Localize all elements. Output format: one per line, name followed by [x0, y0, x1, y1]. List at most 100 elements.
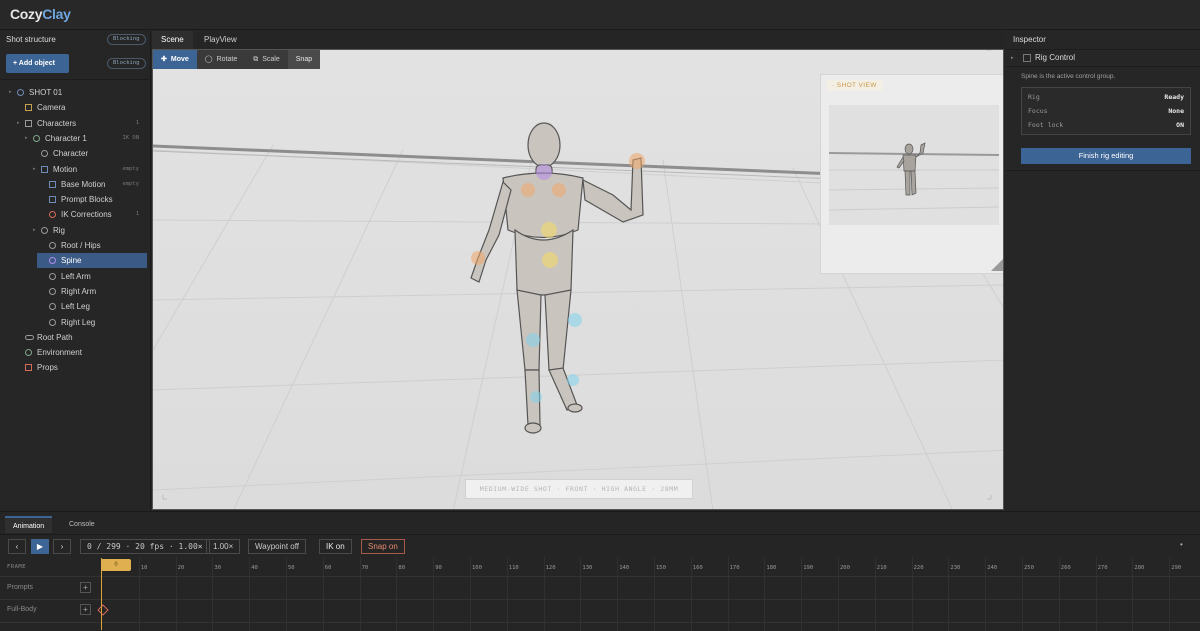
tree-item[interactable]: ▸ Character 1 IK ON — [0, 131, 151, 146]
grid-line — [654, 557, 655, 631]
rotate-tool-button[interactable]: ◯ Rotate — [197, 50, 245, 69]
grid-line — [911, 557, 913, 631]
tree-item[interactable]: Right Arm — [0, 284, 151, 299]
tree-item-label: Spine — [61, 256, 82, 266]
tree-item[interactable]: Camera — [0, 100, 151, 115]
tick-label: 270 — [1097, 565, 1108, 571]
scene-viewport[interactable]: ✚ Move ◯ Rotate ⧉ Scale Snap · SHOT VIEW ME… — [152, 49, 1004, 510]
grid-line — [580, 557, 582, 631]
playhead-handle[interactable]: 0 — [101, 559, 131, 571]
caret-icon[interactable]: ▸ — [17, 116, 20, 131]
frame-label: FRAME — [7, 564, 27, 570]
divider — [0, 622, 1200, 623]
add-track-button[interactable]: + — [80, 604, 91, 615]
tick-label: 10 — [140, 565, 148, 571]
top-bar: CozyClay — [0, 0, 1200, 30]
caret-icon[interactable]: ▸ — [33, 162, 36, 177]
divider — [0, 79, 151, 80]
tick-label: 100 — [472, 565, 482, 571]
tick-label: 180 — [766, 565, 777, 571]
rotate-icon: ◯ — [204, 56, 213, 63]
tick-label: 90 — [435, 565, 442, 571]
tree-item-label: Motion — [53, 164, 78, 174]
tick-label: 70 — [361, 565, 369, 571]
waypoint-toggle[interactable]: Waypoint off — [248, 539, 307, 554]
object-circle-icon — [41, 226, 48, 234]
tree-item[interactable]: Root Path — [0, 330, 151, 345]
tree-item[interactable]: Props — [0, 360, 151, 375]
prev-frame-button[interactable]: ‹ — [8, 539, 26, 554]
tick-label: 240 — [987, 565, 998, 571]
next-frame-button[interactable]: › — [53, 539, 71, 554]
track-label: Prompts — [7, 584, 34, 591]
snap-tool-button[interactable]: Snap — [287, 50, 321, 69]
tick-label: 260 — [1060, 565, 1071, 571]
move-tool-button[interactable]: ✚ Move — [153, 50, 197, 69]
frame-readout: 0 / 299 · 20 fps · 1.00× — [80, 539, 210, 554]
status-badge[interactable]: Blocking — [107, 34, 146, 45]
tree-item[interactable]: Spine — [37, 253, 147, 269]
tree-item[interactable]: Left Arm — [0, 269, 151, 284]
ik-toggle[interactable]: IK on — [319, 539, 352, 554]
scale-tool-button[interactable]: ⧉ Scale — [245, 50, 288, 69]
shot-view-preview[interactable]: · SHOT VIEW — [820, 74, 1003, 274]
grid-line — [985, 557, 987, 631]
tab-scene[interactable]: Scene — [152, 31, 193, 49]
grid-line — [948, 557, 950, 631]
caret-icon[interactable]: ▸ — [25, 131, 28, 146]
tree-item[interactable]: ▸ SHOT 01 — [0, 85, 151, 100]
tab-animation[interactable]: Animation — [5, 516, 53, 533]
rig-row: Focus None — [1028, 107, 1184, 115]
object-square-icon — [25, 119, 32, 127]
scale-icon: ⧉ — [253, 56, 259, 63]
tree-item[interactable]: IK Corrections 1 — [0, 207, 151, 222]
finish-rig-editing-button[interactable]: Finish rig editing — [1021, 148, 1191, 164]
caret-icon[interactable]: ▸ — [33, 223, 36, 238]
object-circle-icon — [49, 257, 56, 265]
object-circle-icon — [41, 150, 48, 158]
shot-caption: MEDIUM-WIDE SHOT · FRONT · HIGH ANGLE · … — [465, 479, 693, 499]
tree-item-label: Rig — [53, 225, 66, 235]
tree-item[interactable]: ▸ Characters 1 — [0, 116, 151, 131]
add-object-button[interactable]: + Add object — [6, 54, 69, 73]
object-square-icon — [25, 104, 32, 112]
tree-item[interactable]: Prompt Blocks — [0, 192, 151, 207]
tree-item[interactable]: Right Leg — [0, 315, 151, 330]
logo-cozy: Cozy — [10, 6, 43, 22]
snap-toggle[interactable]: Snap on — [361, 539, 405, 554]
app-logo[interactable]: CozyClay — [10, 6, 71, 22]
grid-line — [396, 557, 398, 631]
tick-label: 230 — [950, 565, 961, 571]
tree-item[interactable]: Base Motion empty — [0, 177, 151, 192]
tree-item[interactable]: Root / Hips — [0, 238, 151, 253]
rig-control-checkbox[interactable] — [1023, 54, 1031, 62]
speed-button[interactable]: 1.00× — [206, 539, 241, 554]
grid-line — [212, 557, 214, 631]
tick-label: 50 — [288, 565, 295, 571]
add-track-button[interactable]: + — [80, 582, 91, 593]
grid-line — [286, 557, 287, 631]
tree-item[interactable]: Left Leg — [0, 299, 151, 314]
grid-line — [690, 557, 692, 631]
keyframe-marker[interactable] — [97, 604, 109, 616]
tree-item[interactable]: ▸ Rig — [0, 223, 151, 238]
tab-playview[interactable]: PlayView — [195, 31, 246, 49]
tick-label: 60 — [324, 565, 332, 571]
tree-item-label: Left Leg — [61, 302, 90, 312]
caret-icon[interactable]: ▸ — [9, 85, 12, 100]
grid-line — [138, 557, 140, 631]
timeline-ruler[interactable]: 10 20 30 40 50 60 70 80 90 100 110 120 130 140 150 160 1… — [102, 557, 1200, 631]
tree-item-tag: 1 — [135, 119, 139, 126]
more-icon[interactable]: • — [1180, 540, 1183, 549]
tree-item-label: Characters — [37, 118, 77, 128]
status-badge[interactable]: Blocking — [107, 58, 146, 69]
tree-item[interactable]: ▸ Motion empty — [0, 162, 151, 177]
tree-item[interactable]: Character — [0, 146, 151, 161]
play-button[interactable]: ▶ — [31, 539, 49, 554]
grid-line — [175, 557, 177, 631]
tree-item[interactable]: Environment — [0, 345, 151, 360]
tick-label: 170 — [729, 565, 740, 571]
rig-control-section[interactable]: ▸ Rig Control — [1006, 49, 1200, 67]
tab-console[interactable]: Console — [61, 516, 103, 533]
tick-label: 190 — [803, 565, 814, 571]
